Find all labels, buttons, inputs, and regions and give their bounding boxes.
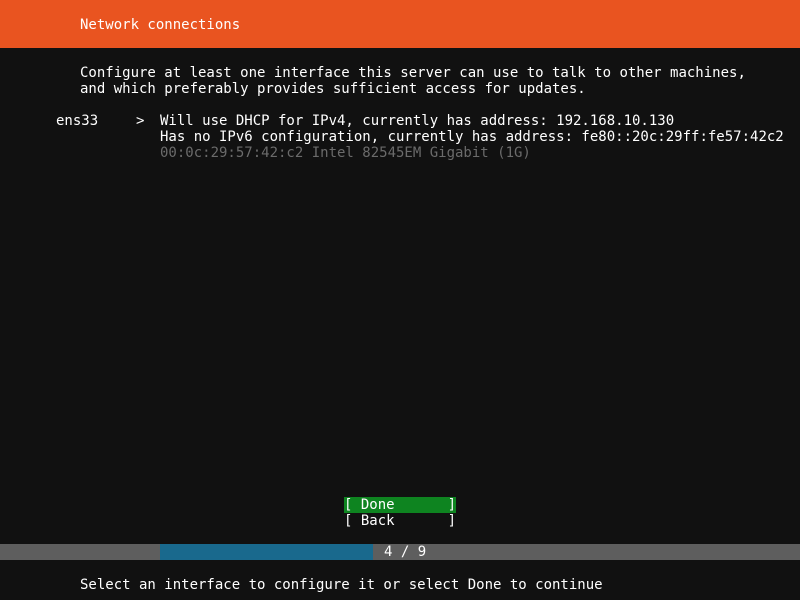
interface-details: Will use DHCP for IPv4, currently has ad… [160, 113, 784, 161]
intro-line-1: Configure at least one interface this se… [80, 65, 746, 81]
progress-fill [160, 544, 373, 560]
chevron-right-icon[interactable]: > [136, 113, 144, 129]
done-button-label: [ Done [344, 497, 395, 513]
done-button[interactable]: [ Done ] [344, 497, 456, 513]
back-button-label: [ Back [344, 513, 395, 529]
footer-hint: Select an interface to configure it or s… [80, 577, 603, 593]
interface-name[interactable]: ens33 [56, 113, 98, 129]
back-button[interactable]: [ Back ] [344, 513, 456, 529]
button-group: [ Done ] [ Back ] [344, 497, 458, 529]
interface-ipv6-status: Has no IPv6 configuration, currently has… [160, 129, 784, 145]
header-bar: Network connections [0, 0, 800, 48]
progress-label: 4 / 9 [384, 544, 427, 560]
interface-ipv4-status: Will use DHCP for IPv4, currently has ad… [160, 113, 675, 129]
progress-bar: 4 / 9 [0, 544, 800, 560]
interface-row-ens33[interactable]: ens33 > Will use DHCP for IPv4, currentl… [0, 113, 800, 169]
done-button-bracket: ] [447, 497, 456, 513]
interface-hardware-info: 00:0c:29:57:42:c2 Intel 82545EM Gigabit … [160, 145, 531, 161]
back-button-bracket: ] [447, 513, 456, 529]
intro-text: Configure at least one interface this se… [80, 65, 746, 97]
page-title: Network connections [80, 17, 241, 33]
intro-line-2: and which preferably provides sufficient… [80, 81, 586, 97]
